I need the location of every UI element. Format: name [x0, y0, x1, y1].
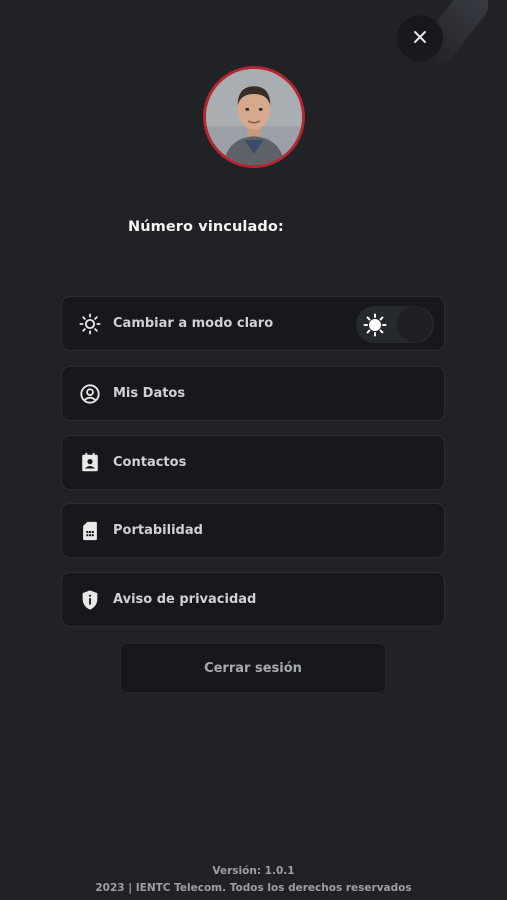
menu-item-label: Mis Datos — [113, 386, 186, 401]
avatar — [203, 66, 305, 168]
menu-item-mis-datos[interactable]: Mis Datos — [61, 366, 445, 421]
copyright-text: 2023 | IENTC Telecom. Todos los derechos… — [95, 882, 412, 894]
menu-item-label: Portabilidad — [113, 523, 203, 538]
close-button[interactable] — [397, 15, 443, 61]
menu-item-label: Cambiar a modo claro — [113, 316, 274, 331]
menu-item-light-mode[interactable]: Cambiar a modo claro — [61, 296, 445, 351]
sim-card-icon — [79, 520, 101, 542]
menu-item-label: Contactos — [113, 455, 187, 470]
user-circle-icon — [79, 383, 101, 405]
toggle-knob — [398, 308, 431, 341]
menu-item-portabilidad[interactable]: Portabilidad — [61, 503, 445, 558]
sun-icon — [79, 312, 101, 335]
toggle-sun-icon — [359, 309, 390, 340]
contacts-icon — [79, 452, 101, 474]
menu-item-aviso-privacidad[interactable]: Aviso de privacidad — [61, 572, 445, 627]
close-icon — [413, 29, 427, 48]
menu-item-contactos[interactable]: Contactos — [61, 435, 445, 490]
menu-item-label: Aviso de privacidad — [113, 592, 257, 607]
logout-button[interactable]: Cerrar sesión — [120, 643, 386, 693]
linked-number-label: Número vinculado: — [128, 219, 284, 235]
light-mode-toggle[interactable] — [356, 306, 434, 343]
shield-info-icon — [79, 589, 101, 611]
version-text: Versión: 1.0.1 — [212, 865, 295, 877]
profile-menu-screen: Número vinculado: Cambiar a modo claro M… — [0, 0, 507, 900]
